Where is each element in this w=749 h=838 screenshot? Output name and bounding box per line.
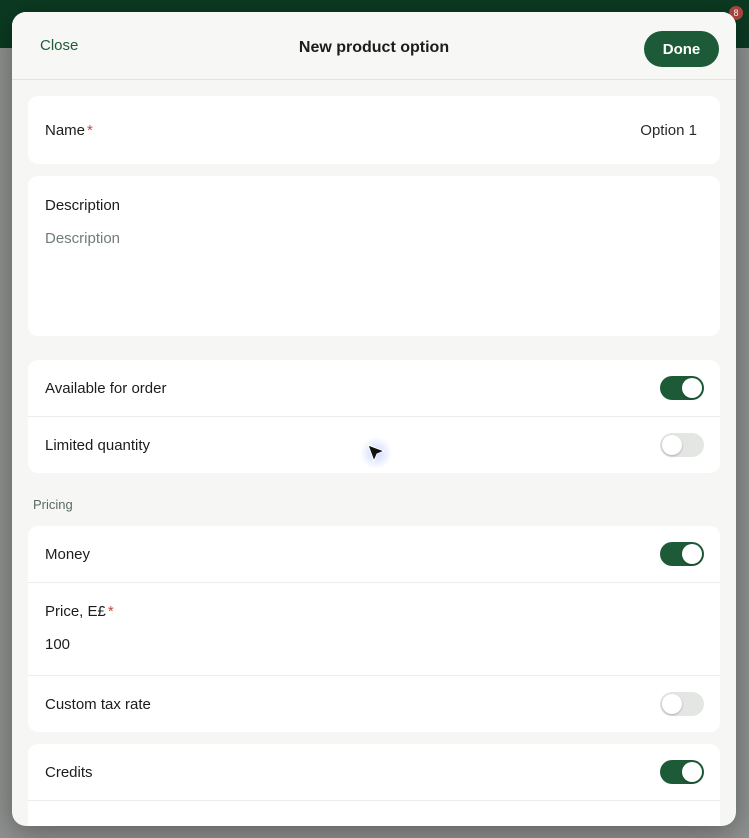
available-for-order-row: Available for order [28,360,720,416]
availability-card: Available for order Limited quantity [28,360,720,473]
money-toggle[interactable] [660,542,704,566]
name-input[interactable]: Option 1 [640,122,697,139]
available-for-order-label: Available for order [45,379,167,397]
description-label: Description [45,197,121,214]
description-card[interactable]: Description Description [28,176,720,336]
credits-card: Credits [28,744,720,826]
modal-header: Close New product option Done [12,12,736,80]
custom-tax-rate-row: Custom tax rate [28,675,720,732]
custom-tax-rate-label: Custom tax rate [45,695,151,713]
credits-price-row [28,800,720,826]
limited-quantity-label: Limited quantity [45,436,151,454]
product-option-modal: Close New product option Done Name * Opti… [12,12,736,826]
available-for-order-toggle[interactable] [660,376,704,400]
required-mark: * [87,121,93,139]
pricing-section-label: Pricing [33,497,73,512]
money-row: Money [28,526,720,582]
name-card: Name * Option 1 [28,96,720,164]
money-label: Money [45,545,91,563]
pricing-card: Money Price, E£ * 100 Custom tax rate [28,526,720,732]
limited-quantity-toggle[interactable] [660,433,704,457]
credits-label: Credits [45,763,93,781]
description-input[interactable]: Description [45,230,120,247]
custom-tax-rate-toggle[interactable] [660,692,704,716]
credits-row: Credits [28,744,720,800]
price-field[interactable]: Price, E£ * 100 [28,582,720,675]
modal-title: New product option [298,39,450,56]
price-input[interactable]: 100 [45,636,70,653]
done-button[interactable]: Done [644,31,719,67]
modal-content: Name * Option 1 Description Description A… [28,96,720,826]
required-mark: * [107,603,114,620]
credits-toggle[interactable] [660,760,704,784]
price-label: Price, E£ * [45,603,114,620]
name-field[interactable]: Name * Option 1 [28,96,720,164]
limited-quantity-row: Limited quantity [28,416,720,473]
name-label: Name * [45,121,93,139]
